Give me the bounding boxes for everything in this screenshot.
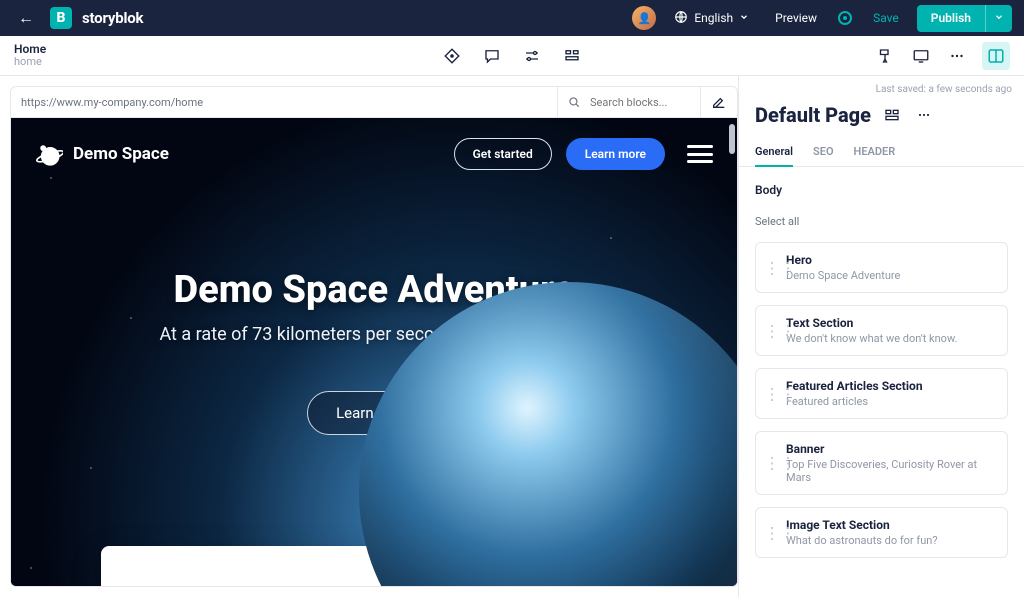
hero-subtitle: At a rate of 73 kilometers per second pe…	[35, 324, 713, 345]
hero-cta-button[interactable]: Learn More	[307, 391, 441, 435]
content-card	[101, 546, 647, 587]
toolbar-center	[441, 45, 583, 67]
avatar[interactable]: 👤	[632, 6, 656, 30]
block-title: Featured Articles Section	[786, 379, 997, 393]
topbar: ← B storyblok 👤 English Preview Save Pub…	[0, 0, 1024, 36]
drag-handle-icon[interactable]: ⋮⋮	[764, 454, 776, 473]
preview-link[interactable]: Preview	[767, 7, 825, 29]
right-sidebar: Last saved: a few seconds ago Default Pa…	[738, 76, 1024, 597]
drag-handle-icon[interactable]: ⋮⋮	[764, 321, 776, 340]
site-brand-text: Demo Space	[73, 144, 169, 164]
comment-icon[interactable]	[481, 45, 503, 67]
tab-general[interactable]: General	[755, 137, 793, 166]
tabs: General SEO HEADER	[739, 137, 1024, 167]
select-all-link[interactable]: Select all	[755, 215, 1008, 228]
body-area: Body Select all ⋮⋮ Hero Demo Space Adven…	[739, 167, 1024, 597]
block-title: Banner	[786, 442, 997, 456]
page-more-icon[interactable]	[913, 104, 935, 126]
drag-handle-icon[interactable]: ⋮⋮	[764, 523, 776, 542]
hero-title: Demo Space Adventure	[35, 268, 713, 312]
last-saved-label: Last saved: a few seconds ago	[739, 76, 1024, 99]
block-image-text[interactable]: ⋮⋮ Image Text Section What do astronauts…	[755, 507, 1008, 558]
drag-handle-icon[interactable]: ⋮⋮	[764, 258, 776, 277]
app-logo-badge: B	[50, 7, 72, 29]
url-field[interactable]: https://www.my-company.com/home	[11, 96, 557, 109]
toolbar-right	[874, 42, 1010, 70]
language-label: English	[694, 11, 733, 25]
chevron-down-icon	[739, 11, 749, 25]
preview-frame[interactable]: Demo Space Get started Learn more Demo S…	[10, 118, 738, 587]
toolbar: Home home	[0, 36, 1024, 76]
site-logo[interactable]: Demo Space	[35, 140, 169, 168]
page-title: Default Page	[755, 103, 871, 127]
publish-dropdown[interactable]	[985, 5, 1012, 32]
back-button[interactable]: ←	[12, 4, 40, 32]
scrollbar-thumb[interactable]	[729, 124, 735, 154]
tab-seo[interactable]: SEO	[813, 137, 834, 166]
hero-section: Demo Space Adventure At a rate of 73 kil…	[11, 268, 737, 435]
site-canvas: Demo Space Get started Learn more Demo S…	[11, 118, 737, 586]
block-title: Image Text Section	[786, 518, 997, 532]
drag-handle-icon[interactable]: ⋮⋮	[764, 384, 776, 403]
insert-icon[interactable]	[441, 45, 463, 67]
block-featured-articles[interactable]: ⋮⋮ Featured Articles Section Featured ar…	[755, 368, 1008, 419]
tab-header[interactable]: HEADER	[854, 137, 896, 166]
breadcrumb[interactable]: Home home	[14, 43, 46, 68]
search-blocks-input[interactable]	[590, 96, 700, 109]
sliders-icon[interactable]	[521, 45, 543, 67]
publish-group: Publish	[917, 5, 1012, 32]
app-logo-text: storyblok	[82, 9, 143, 27]
block-subtitle: Featured articles	[786, 395, 997, 408]
paint-icon[interactable]	[874, 45, 896, 67]
layout-icon[interactable]	[561, 45, 583, 67]
body-label: Body	[755, 183, 1008, 197]
more-icon[interactable]	[946, 45, 968, 67]
workspace: https://www.my-company.com/home Demo Spa…	[0, 76, 1024, 597]
search-icon	[558, 95, 590, 109]
block-text-section[interactable]: ⋮⋮ Text Section We don't know what we do…	[755, 305, 1008, 356]
block-subtitle: Top Five Discoveries, Curiosity Rover at…	[786, 458, 997, 484]
learn-more-button[interactable]: Learn more	[566, 138, 665, 170]
block-banner[interactable]: ⋮⋮ Banner Top Five Discoveries, Curiosit…	[755, 431, 1008, 495]
monitor-icon[interactable]	[910, 45, 932, 67]
status-indicator[interactable]	[835, 8, 855, 28]
open-editor-icon[interactable]	[701, 94, 737, 110]
block-subtitle: We don't know what we don't know.	[786, 332, 997, 345]
block-hero[interactable]: ⋮⋮ Hero Demo Space Adventure	[755, 242, 1008, 293]
preview-pane: https://www.my-company.com/home Demo Spa…	[0, 76, 738, 597]
split-view-icon[interactable]	[982, 42, 1010, 70]
block-title: Hero	[786, 253, 997, 267]
block-title: Text Section	[786, 316, 997, 330]
site-header: Demo Space Get started Learn more	[11, 118, 737, 190]
language-switcher[interactable]: English	[666, 6, 757, 31]
status-dot-icon	[838, 11, 852, 25]
globe-icon	[674, 10, 688, 27]
block-subtitle: Demo Space Adventure	[786, 269, 997, 282]
schema-icon[interactable]	[881, 104, 903, 126]
publish-button[interactable]: Publish	[917, 5, 985, 32]
block-subtitle: What do astronauts do for fun?	[786, 534, 997, 547]
save-button[interactable]: Save	[865, 7, 907, 29]
page-header: Default Page	[739, 99, 1024, 137]
menu-icon[interactable]	[687, 145, 713, 163]
url-bar: https://www.my-company.com/home	[10, 86, 738, 118]
get-started-button[interactable]: Get started	[454, 138, 552, 170]
breadcrumb-slug: home	[14, 56, 46, 68]
